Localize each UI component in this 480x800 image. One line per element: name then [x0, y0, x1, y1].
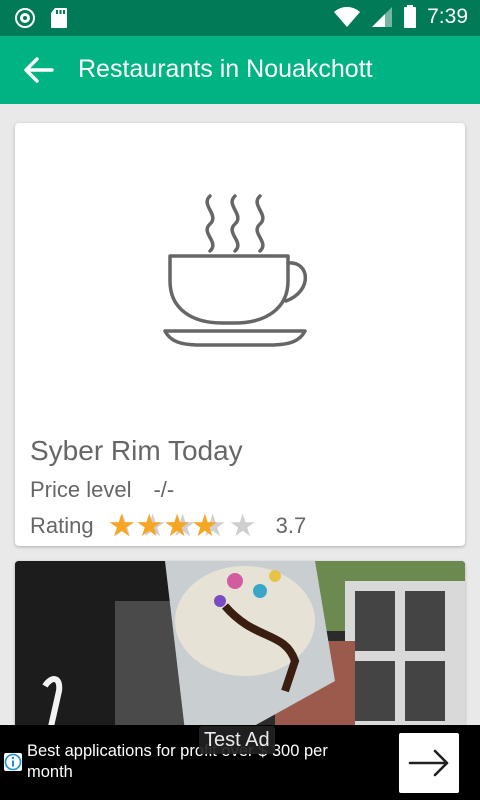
star-icon: ★	[228, 508, 257, 543]
restaurant-name: Syber Rim Today	[30, 435, 243, 466]
restaurant-card[interactable]: Syber Rim Today Price level -/- Rating ★…	[15, 123, 465, 546]
star-rating: ★★★★★ ★★★★★	[108, 508, 258, 543]
sync-icon	[15, 8, 35, 28]
price-level-label: Price level	[30, 477, 132, 502]
star-icon: ★	[135, 511, 164, 541]
rating-row: Rating ★★★★★ ★★★★★ 3.7	[30, 508, 307, 543]
cell-signal-icon	[372, 7, 393, 27]
back-arrow-icon	[24, 57, 54, 83]
star-rating-filled: ★★★★★	[108, 511, 219, 541]
ad-info-button[interactable]	[4, 753, 22, 771]
info-icon	[4, 753, 22, 771]
status-bar: 7:39	[0, 0, 480, 36]
battery-icon	[404, 5, 417, 28]
coffee-cup-icon	[163, 194, 308, 347]
rating-value: 3.7	[275, 513, 307, 538]
restaurant-card-photo[interactable]	[15, 561, 465, 731]
wifi-icon	[334, 6, 361, 27]
status-bar-left	[14, 7, 68, 29]
restaurant-photo	[15, 561, 465, 731]
clock: 7:39	[427, 5, 468, 28]
rating-label: Rating	[30, 513, 94, 538]
page-title: Restaurants in Nouakchott	[78, 55, 373, 83]
sd-card-icon	[51, 8, 67, 28]
star-icon: ★	[163, 511, 191, 541]
back-button[interactable]	[22, 53, 56, 87]
ad-banner[interactable]: Best applications for profit over $ 300 …	[0, 725, 480, 800]
star-icon: ★	[107, 511, 136, 541]
status-bar-right: 7:39	[333, 5, 468, 29]
star-icon: ★	[190, 511, 219, 541]
ad-open-button[interactable]	[399, 733, 459, 793]
arrow-right-icon	[408, 749, 449, 777]
app-bar: Restaurants in Nouakchott	[0, 36, 480, 104]
test-ad-label: Test Ad	[199, 726, 275, 754]
price-level-row: Price level -/-	[30, 477, 174, 503]
price-level-value: -/-	[153, 477, 175, 502]
